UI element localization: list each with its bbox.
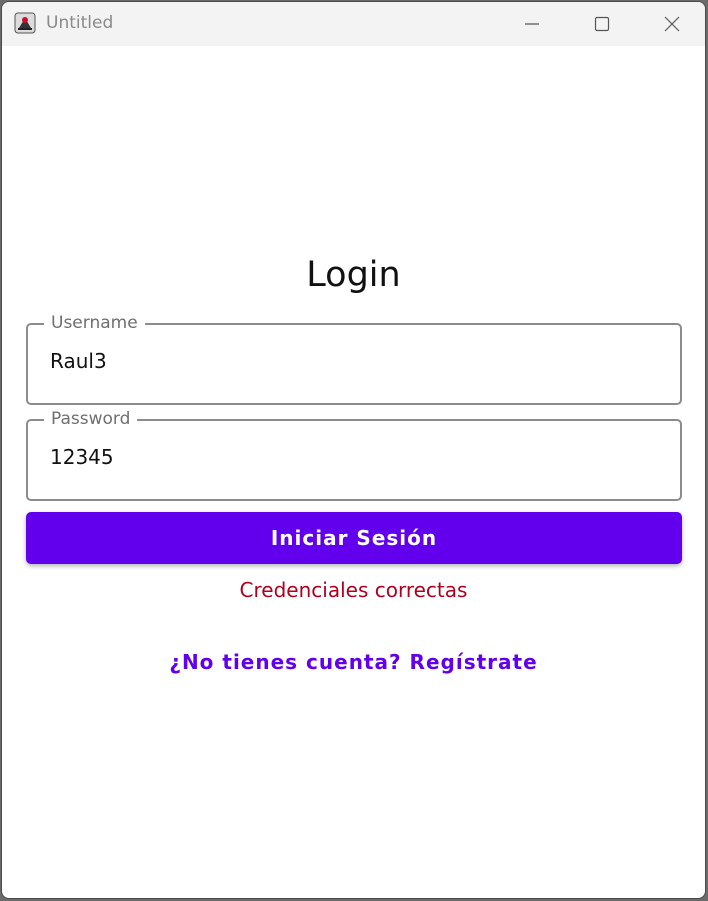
username-field[interactable]: Username	[26, 313, 682, 405]
maximize-icon	[594, 16, 610, 32]
minimize-icon	[524, 16, 540, 32]
close-button[interactable]	[637, 2, 705, 46]
login-button[interactable]: Iniciar Sesión	[26, 512, 682, 564]
window-title: Untitled	[46, 13, 114, 33]
password-field[interactable]: Password	[26, 409, 682, 501]
login-form: Login Username Password Iniciar Sesión C…	[2, 46, 705, 898]
page-title: Login	[306, 255, 401, 295]
username-label: Username	[44, 313, 145, 333]
register-link[interactable]: ¿No tienes cuenta? Regístrate	[2, 650, 705, 674]
close-icon	[664, 16, 680, 32]
username-input[interactable]	[50, 349, 650, 373]
title-bar[interactable]: Untitled	[2, 2, 705, 46]
app-window: Untitled Login Username Password Ini	[1, 1, 706, 899]
password-label: Password	[44, 409, 138, 429]
java-app-icon	[14, 12, 36, 34]
status-message: Credenciales correctas	[239, 578, 468, 602]
password-input[interactable]	[50, 445, 650, 469]
minimize-button[interactable]	[497, 2, 567, 46]
maximize-button[interactable]	[567, 2, 637, 46]
